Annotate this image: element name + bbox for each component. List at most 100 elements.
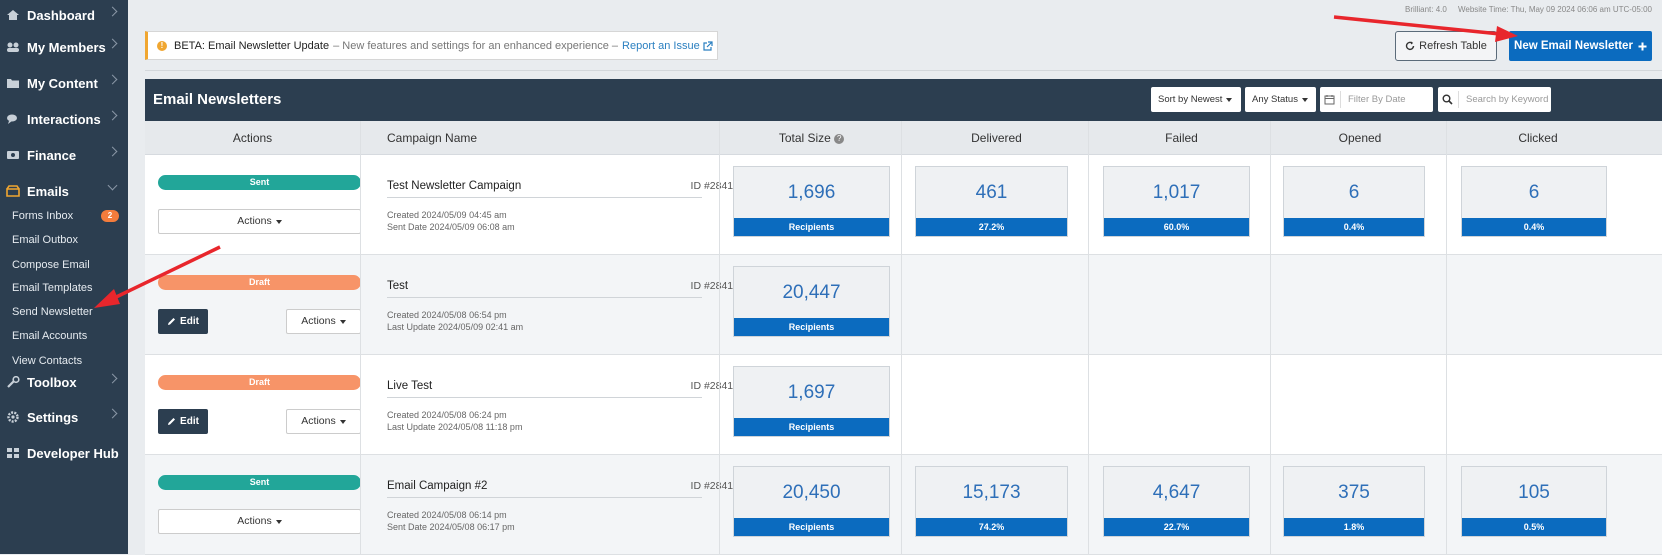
clicked-stat: 105 0.5%: [1461, 466, 1607, 537]
campaign-name[interactable]: Live Test: [387, 380, 432, 392]
sidebar-item-settings[interactable]: Settings: [0, 402, 128, 432]
caret-down-icon: [275, 220, 282, 224]
edit-button[interactable]: Edit: [158, 409, 208, 434]
caret-down-icon: [1226, 97, 1233, 102]
date-filter-input[interactable]: Filter By Date: [1320, 87, 1433, 112]
search-input[interactable]: Search by Keyword: [1438, 87, 1551, 112]
campaign-name[interactable]: Test Newsletter Campaign: [387, 180, 521, 192]
column-header-opened: Opened: [1338, 131, 1382, 145]
sent-date: Sent Date 2024/05/09 06:08 am: [387, 222, 515, 232]
column-header-delivered: Delivered: [971, 131, 1022, 145]
chevron-right-icon: [107, 408, 118, 419]
caret-down-icon: [275, 520, 282, 524]
panel-header: Email Newsletters Sort by Newest Any Sta…: [145, 79, 1662, 121]
table-row: Draft Edit Actions Live Test ID #28414 C…: [145, 355, 1662, 455]
sidebar-item-my-content[interactable]: My Content: [0, 68, 128, 98]
total-size-value: 20,447: [782, 282, 841, 303]
column-divider: [1270, 121, 1271, 554]
clicked-stat: 6 0.4%: [1461, 166, 1607, 237]
sidebar-item-dashboard[interactable]: Dashboard: [0, 0, 128, 30]
sidebar-item-label: Finance: [27, 147, 77, 163]
calendar-icon: [1324, 95, 1335, 105]
total-size-label: Recipients: [734, 518, 889, 536]
sent-date: Sent Date 2024/05/08 06:17 pm: [387, 522, 515, 532]
panel-title: Email Newsletters: [153, 91, 282, 108]
clicked-percent: 0.4%: [1462, 218, 1606, 236]
total-size-label: Recipients: [734, 318, 889, 336]
table-row: Sent Actions Email Campaign #2 ID #28413…: [145, 455, 1662, 555]
divider: [387, 197, 702, 198]
status-dropdown-label: Any Status: [1252, 94, 1298, 105]
actions-dropdown[interactable]: Actions: [158, 209, 361, 234]
sidebar-subitem-email-accounts[interactable]: Email Accounts: [12, 330, 87, 342]
status-dropdown[interactable]: Any Status: [1245, 87, 1316, 112]
sidebar-item-emails[interactable]: Emails: [0, 176, 128, 206]
refresh-table-label: Refresh Table: [1419, 40, 1487, 52]
sidebar-subitem-email-outbox[interactable]: Email Outbox: [12, 234, 78, 246]
chevron-right-icon: [107, 6, 118, 17]
refresh-icon: [1405, 41, 1415, 50]
chevron-down-icon: [107, 180, 118, 191]
edit-label: Edit: [180, 316, 199, 327]
status-badge: Sent: [158, 175, 361, 190]
sidebar-item-developer-hub[interactable]: Developer Hub: [0, 438, 128, 468]
sidebar-item-my-members[interactable]: My Members: [0, 32, 128, 62]
total-size-label: Recipients: [734, 418, 889, 436]
actions-label: Actions: [301, 415, 336, 427]
pencil-icon: [168, 318, 176, 325]
opened-percent: 1.8%: [1284, 518, 1424, 536]
actions-label: Actions: [301, 315, 336, 327]
divider: [145, 70, 1662, 71]
campaign-id: ID #28413: [690, 480, 739, 492]
edit-button[interactable]: Edit: [158, 309, 208, 334]
delivered-value: 15,173: [962, 482, 1021, 503]
gear-icon: [7, 411, 19, 423]
chevron-right-icon: [107, 146, 118, 157]
actions-dropdown[interactable]: Actions: [158, 509, 361, 534]
campaign-id: ID #28414: [690, 380, 739, 392]
divider: [387, 297, 702, 298]
total-size-value: 20,450: [782, 482, 841, 503]
sidebar-item-finance[interactable]: Finance: [0, 140, 128, 170]
failed-percent: 60.0%: [1104, 218, 1249, 236]
column-header-failed: Failed: [1165, 131, 1198, 145]
opened-value: 6: [1348, 182, 1360, 203]
campaign-name[interactable]: Test: [387, 280, 408, 292]
date-filter-placeholder: Filter By Date: [1348, 94, 1406, 105]
sidebar-subitem-email-templates[interactable]: Email Templates: [12, 282, 93, 294]
new-email-newsletter-button[interactable]: New Email Newsletter: [1509, 31, 1652, 61]
email-icon: [6, 185, 20, 197]
wrench-icon: [7, 376, 20, 388]
total-size-stat: 20,450 Recipients: [733, 466, 890, 537]
finance-icon: [7, 151, 19, 159]
campaign-name[interactable]: Email Campaign #2: [387, 480, 487, 492]
opened-value: 375: [1338, 482, 1370, 503]
sidebar-item-interactions[interactable]: Interactions: [0, 104, 128, 134]
sort-dropdown[interactable]: Sort by Newest: [1151, 87, 1241, 112]
campaign-id: ID #28415: [690, 280, 739, 292]
actions-label: Actions: [237, 215, 272, 227]
beta-notice: ! BETA: Email Newsletter Update – New fe…: [145, 31, 718, 60]
refresh-table-button[interactable]: Refresh Table: [1395, 31, 1497, 61]
failed-percent: 22.7%: [1104, 518, 1249, 536]
sidebar-item-toolbox[interactable]: Toolbox: [0, 367, 128, 397]
main-content: Brilliant: 4.0 Website Time: Thu, May 09…: [128, 0, 1662, 555]
status-badge: Draft: [158, 275, 361, 290]
help-icon[interactable]: ?: [834, 134, 845, 144]
sidebar-subitem-send-newsletter[interactable]: Send Newsletter: [12, 306, 93, 318]
report-issue-link[interactable]: Report an Issue: [622, 40, 700, 52]
column-divider: [901, 121, 902, 554]
sidebar-subitem-forms-inbox[interactable]: Forms Inbox: [12, 210, 73, 222]
sidebar-subitem-compose-email[interactable]: Compose Email: [12, 259, 90, 271]
failed-value: 4,647: [1152, 482, 1201, 503]
sidebar-subitem-view-contacts[interactable]: View Contacts: [12, 355, 82, 367]
actions-dropdown[interactable]: Actions: [286, 309, 361, 334]
sort-dropdown-label: Sort by Newest: [1158, 94, 1223, 105]
created-date: Created 2024/05/08 06:14 pm: [387, 510, 507, 520]
chevron-right-icon: [107, 74, 118, 85]
opened-stat: 6 0.4%: [1283, 166, 1425, 237]
chevron-right-icon: [107, 38, 118, 49]
sidebar-item-label: My Members: [27, 39, 106, 55]
actions-dropdown[interactable]: Actions: [286, 409, 361, 434]
website-time-text: Website Time: Thu, May 09 2024 06:06 am …: [1457, 5, 1652, 14]
